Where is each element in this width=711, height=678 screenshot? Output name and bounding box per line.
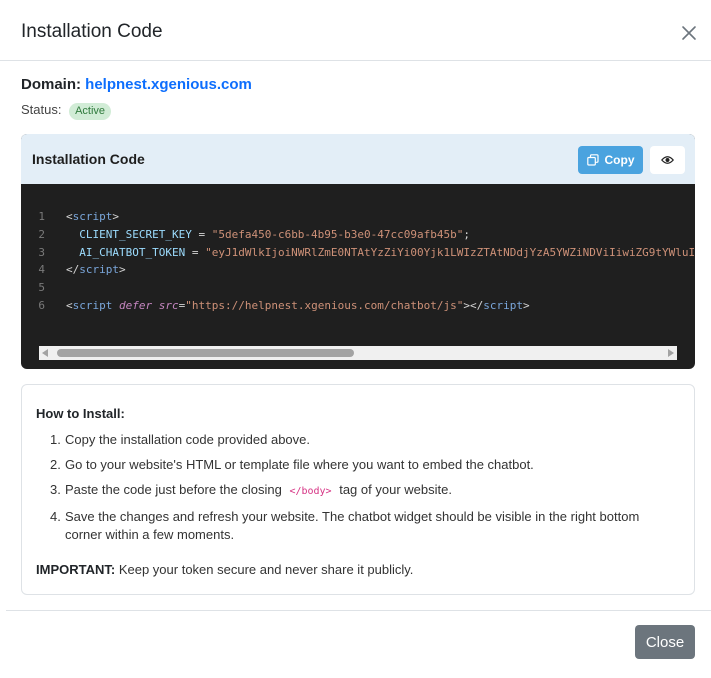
copy-button[interactable]: Copy: [578, 146, 643, 174]
line-number: 6: [38, 298, 45, 312]
code-card-title: Installation Code: [32, 151, 145, 167]
domain-row: Domain: helpnest.xgenious.com: [21, 76, 252, 93]
line-number: 3: [38, 245, 45, 259]
modal-header: Installation Code: [0, 0, 711, 61]
domain-link[interactable]: helpnest.xgenious.com: [85, 76, 252, 93]
code-card-header: Installation Code Copy: [21, 134, 695, 184]
close-icon[interactable]: [680, 24, 698, 42]
list-item: 3. Paste the code just before the closin…: [50, 482, 452, 497]
list-item: 2. Go to your website's HTML or template…: [50, 457, 534, 472]
status-label: Status:: [21, 102, 62, 117]
inline-code: </body>: [289, 486, 332, 497]
modal-title: Installation Code: [21, 21, 163, 42]
status-badge: Active: [69, 103, 112, 120]
copy-icon: [586, 154, 599, 166]
code-lines: 1 <script> 2 CLIENT_SECRET_KEY = "5defa45…: [21, 208, 695, 315]
copy-button-label: Copy: [604, 153, 635, 167]
chatbot-token-value: "eyJ1dWlkIjoiNWRlZmE0NTAtYzZiYi00Yjk1LWI…: [205, 245, 695, 259]
eye-icon: [661, 156, 674, 164]
modal-footer: [6, 610, 711, 678]
install-title: How to Install:: [36, 406, 125, 421]
scroll-left-icon[interactable]: [42, 349, 48, 357]
client-secret-value: "5defa450-c6bb-4b95-b3e0-47cc09afb45b": [211, 227, 464, 241]
code-editor[interactable]: 1 <script> 2 CLIENT_SECRET_KEY = "5defa45…: [21, 184, 695, 369]
line-number: 2: [38, 227, 45, 241]
important-note: IMPORTANT: Keep your token secure and ne…: [36, 562, 413, 577]
important-label: IMPORTANT:: [36, 562, 116, 577]
list-item: 1. Copy the installation code provided a…: [50, 432, 310, 447]
toggle-visibility-button[interactable]: [650, 146, 685, 174]
close-button[interactable]: Close: [635, 625, 695, 659]
domain-label: Domain:: [21, 76, 81, 93]
line-number: 5: [38, 281, 45, 295]
script-src-value: "https://helpnest.xgenious.com/chatbot/j…: [185, 298, 464, 312]
important-text: Keep your token secure and never share i…: [118, 562, 414, 577]
horizontal-scrollbar[interactable]: [39, 346, 677, 360]
line-number: 4: [38, 263, 45, 277]
scroll-right-icon[interactable]: [668, 349, 674, 357]
status-row: Status: Active: [21, 102, 112, 120]
code-card: Installation Code Copy 1 <script> 2 CLIEN…: [21, 134, 695, 369]
line-number: 1: [38, 210, 45, 223]
list-item: 4. Save the changes and refresh your web…: [50, 509, 640, 542]
installation-code-modal: Installation Code Domain: helpnest.xgeni…: [0, 0, 711, 678]
scrollbar-thumb[interactable]: [57, 349, 354, 357]
install-instructions: How to Install: 1. Copy the installation…: [21, 384, 695, 595]
install-steps: 1. Copy the installation code provided a…: [36, 431, 676, 551]
